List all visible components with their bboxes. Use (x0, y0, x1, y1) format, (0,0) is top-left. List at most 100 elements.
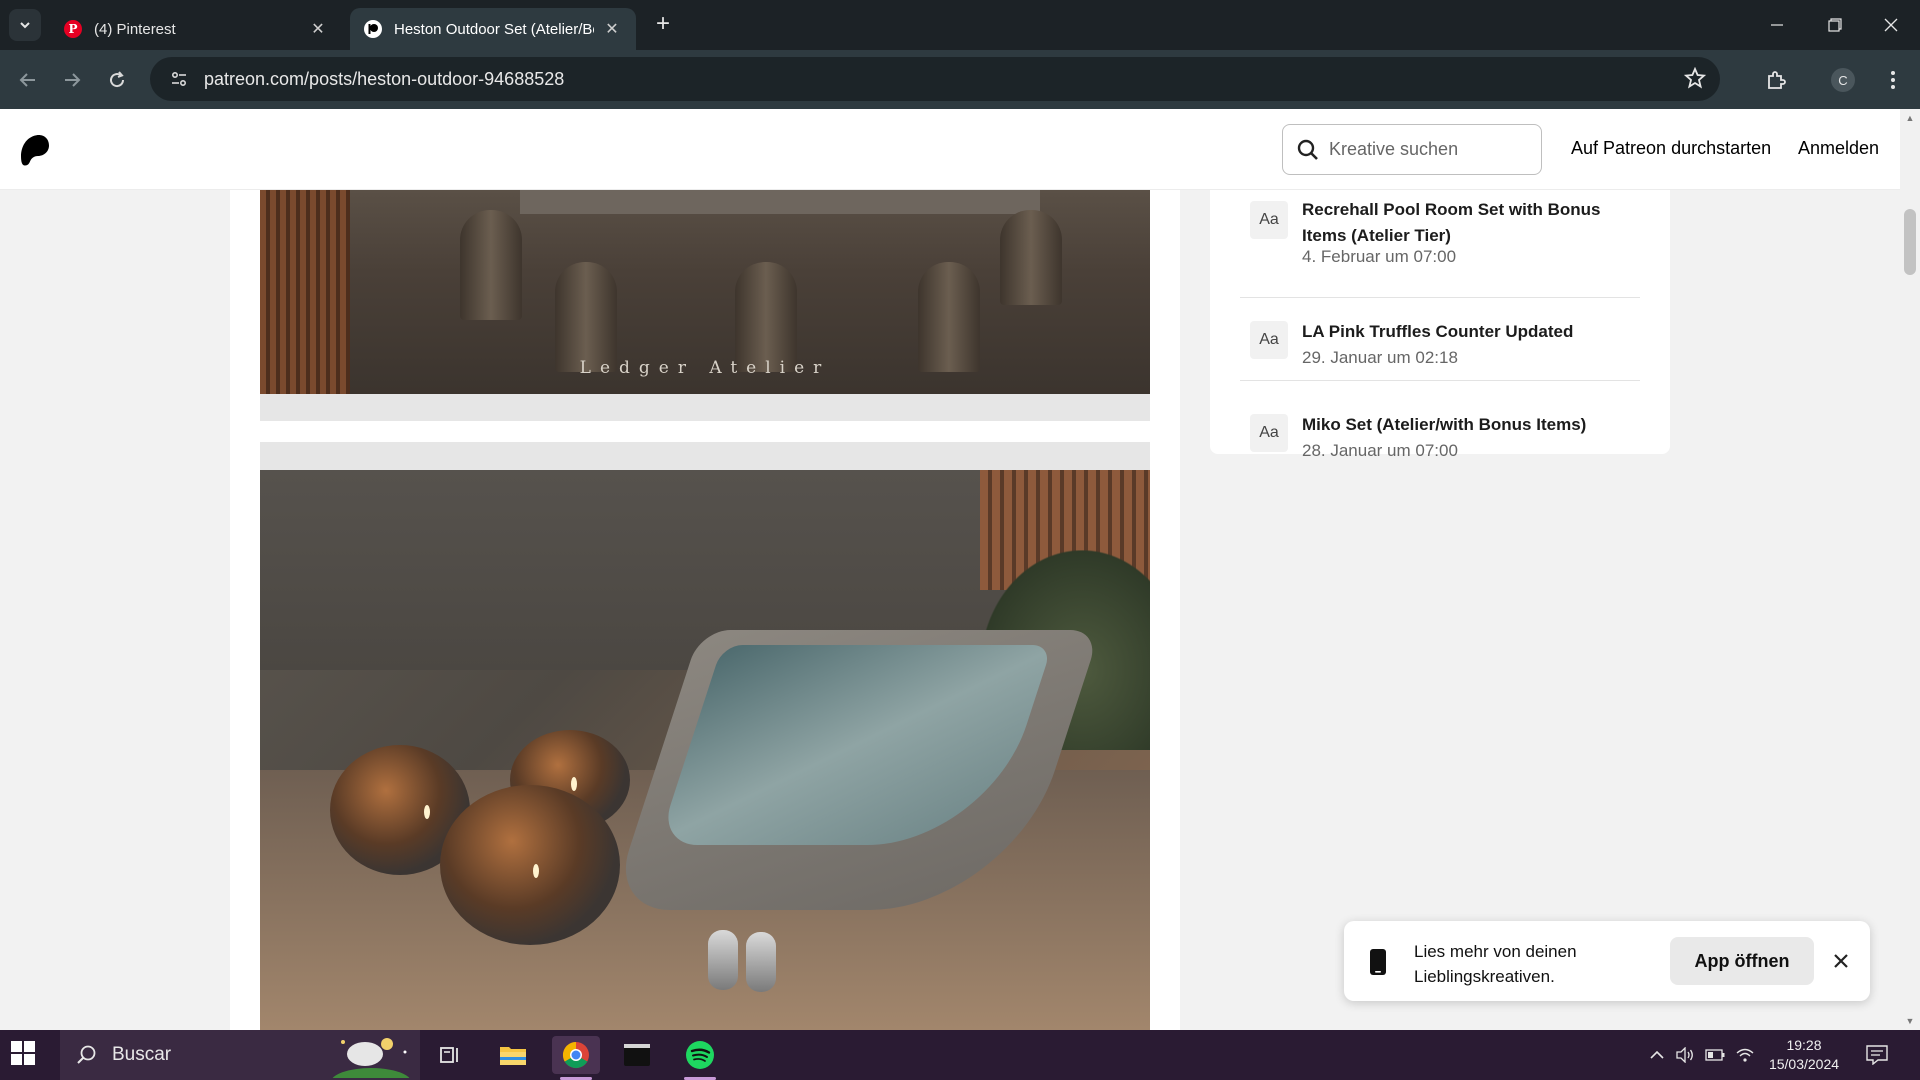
restore-button[interactable] (1806, 0, 1864, 50)
tab-title: Heston Outdoor Set (Atelier/Bo (394, 20, 594, 38)
file-explorer-icon[interactable] (489, 1036, 537, 1074)
windows-taskbar: Buscar 19:28 15/03/2024 (0, 1030, 1920, 1080)
tab-title: (4) Pinterest (94, 20, 176, 38)
minimize-icon (1771, 24, 1783, 26)
minimize-button[interactable] (1748, 0, 1806, 50)
search-input[interactable] (1329, 139, 1529, 160)
image-detail (735, 262, 797, 372)
wifi-icon[interactable] (1730, 1047, 1760, 1063)
close-tab-icon[interactable]: ✕ (602, 19, 622, 39)
search-highlight-icon (325, 1032, 417, 1080)
scroll-thumb[interactable] (1904, 209, 1916, 275)
puzzle-icon (1768, 71, 1786, 89)
restore-icon (1828, 18, 1842, 32)
profile-button[interactable]: C (1827, 64, 1859, 96)
phone-icon (1370, 949, 1386, 980)
chevron-up-icon[interactable] (1644, 1050, 1670, 1060)
image-detail (918, 262, 980, 372)
clock-date: 15/03/2024 (1768, 1056, 1840, 1072)
divider (1240, 297, 1640, 298)
forward-button[interactable] (56, 64, 88, 96)
page-scrollbar[interactable]: ▲ ▼ (1900, 109, 1920, 1030)
recent-posts-panel: Aa Recrehall Pool Room Set with Bonus It… (1210, 190, 1670, 460)
image-spacer (260, 442, 1150, 470)
browser-toolbar: patreon.com/posts/heston-outdoor-9468852… (0, 50, 1920, 109)
text-post-badge: Aa (1250, 201, 1288, 239)
url-text: patreon.com/posts/heston-outdoor-9468852… (204, 68, 565, 89)
divider (1240, 380, 1640, 381)
extensions-button[interactable] (1760, 64, 1792, 96)
recent-post-date: 29. Januar um 02:18 (1302, 348, 1458, 367)
system-clock[interactable]: 19:28 15/03/2024 (1764, 1036, 1844, 1074)
pinterest-icon: P (64, 20, 82, 38)
avatar: C (1831, 68, 1855, 92)
terminal-icon[interactable] (613, 1036, 661, 1074)
notification-icon (1866, 1045, 1888, 1065)
browser-tab-bar: P (4) Pinterest ✕ Heston Outdoor Set (At… (0, 0, 1920, 50)
search-field[interactable] (1282, 124, 1542, 175)
more-vertical-icon (1891, 71, 1895, 89)
taskbar-search-label: Buscar (112, 1044, 172, 1065)
spotify-icon[interactable] (676, 1036, 724, 1080)
image-detail (424, 805, 430, 819)
recent-post-date: 28. Januar um 07:00 (1302, 441, 1458, 460)
system-tray (1644, 1030, 1760, 1080)
image-detail (460, 210, 522, 320)
image-detail (746, 932, 776, 992)
image-detail (1000, 210, 1062, 305)
search-icon (77, 1045, 96, 1064)
post-image[interactable] (260, 470, 1150, 1030)
close-icon[interactable] (1830, 950, 1852, 972)
close-icon (1884, 18, 1898, 32)
get-started-link[interactable]: Auf Patreon durchstarten (1571, 138, 1771, 159)
recent-post-date: 4. Februar um 07:00 (1302, 247, 1457, 266)
battery-icon[interactable] (1700, 1049, 1730, 1061)
chrome-taskbar-icon[interactable] (552, 1036, 600, 1080)
reload-icon (110, 71, 125, 88)
reload-button[interactable] (101, 64, 133, 96)
close-tab-icon[interactable]: ✕ (308, 19, 328, 39)
taskbar-search[interactable]: Buscar (60, 1030, 420, 1080)
image-detail (555, 262, 617, 372)
text-post-badge: Aa (1250, 414, 1288, 452)
back-button[interactable] (12, 64, 44, 96)
login-link[interactable]: Anmelden (1798, 138, 1879, 159)
promo-message: Lies mehr von deinen Lieblingskreativen. (1414, 942, 1577, 986)
browser-menu-button[interactable] (1877, 64, 1909, 96)
close-window-button[interactable] (1862, 0, 1920, 50)
patreon-icon (364, 20, 382, 38)
clock-time: 19:28 (1786, 1037, 1822, 1053)
tab-pinterest[interactable]: P (4) Pinterest ✕ (50, 8, 342, 50)
windows-start-icon[interactable] (10, 1040, 40, 1070)
notifications-button[interactable] (1866, 1030, 1888, 1080)
scroll-up-icon[interactable]: ▲ (1905, 113, 1915, 123)
post-image[interactable]: Ledger Atelier (260, 190, 1150, 394)
patreon-header: Auf Patreon durchstarten Anmelden (0, 109, 1900, 190)
tab-heston-outdoor[interactable]: Heston Outdoor Set (Atelier/Bo ✕ (350, 8, 636, 50)
arrow-left-icon (19, 73, 35, 87)
image-detail (708, 930, 738, 990)
site-info-icon[interactable] (156, 70, 202, 88)
recent-post-title[interactable]: Recrehall Pool Room Set with Bonus Items… (1302, 197, 1622, 249)
text-post-badge: Aa (1250, 321, 1288, 359)
bookmark-star-icon[interactable] (1683, 66, 1707, 94)
web-page: Ledger Atelier Aa Recrehall Pool Room Se… (0, 109, 1900, 1030)
recent-post-title[interactable]: Miko Set (Atelier/with Bonus Items) (1302, 412, 1622, 438)
app-promo-banner: Lies mehr von deinen Lieblingskreativen.… (1344, 921, 1870, 1001)
tab-search-button[interactable] (9, 9, 41, 41)
arrow-right-icon (65, 73, 81, 87)
new-tab-button[interactable]: + (650, 12, 676, 38)
volume-icon[interactable] (1670, 1047, 1700, 1063)
image-detail (440, 785, 620, 945)
patreon-logo-icon[interactable] (20, 134, 50, 166)
image-watermark: Ledger Atelier (579, 358, 831, 378)
search-icon (1297, 139, 1318, 160)
image-detail (533, 864, 539, 878)
image-spacer (260, 394, 1150, 421)
open-app-button[interactable]: App öffnen (1670, 937, 1814, 985)
scroll-down-icon[interactable]: ▼ (1905, 1016, 1915, 1026)
address-bar[interactable]: patreon.com/posts/heston-outdoor-9468852… (150, 57, 1720, 101)
chevron-down-icon (20, 22, 30, 29)
task-view-icon[interactable] (426, 1036, 474, 1074)
recent-post-title[interactable]: LA Pink Truffles Counter Updated (1302, 319, 1622, 345)
